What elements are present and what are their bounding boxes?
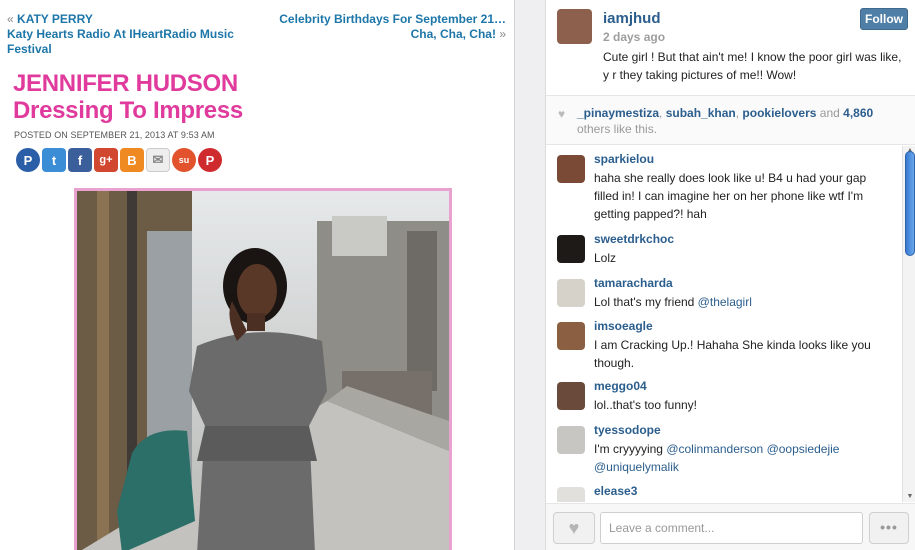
avatar[interactable] [557,322,585,350]
pinterest-icon[interactable]: P [198,148,222,172]
comment-text-part: I'm cryyyying [594,442,667,456]
comment-username[interactable]: imsoeagle [594,319,653,334]
mention-link[interactable]: @uniquelymalik [594,460,679,474]
scroll-down-arrow-icon[interactable]: ▼ [906,493,914,501]
comment-input[interactable]: Leave a comment... [600,512,863,544]
comment-username[interactable]: tamaracharda [594,276,673,291]
follow-button[interactable]: Follow [860,8,908,30]
comment-text: haha she really does look like u! B4 u h… [594,171,867,221]
comment-text: lol..that's too funny! [594,398,698,412]
facebook-icon[interactable]: f [68,148,92,172]
prev-title[interactable]: Katy Hearts Radio At IHeartRadio Music F… [7,27,234,56]
comment-username[interactable]: sweetdrkchoc [594,232,674,247]
liker-link[interactable]: _pinaymestiza [577,106,659,120]
avatar[interactable] [557,426,585,454]
comment-username[interactable]: meggo04 [594,379,647,394]
comment-bar: ♥ Leave a comment... ••• [546,503,915,550]
avatar[interactable] [557,235,585,263]
post-title-line1: JENNIFER HUDSON [13,70,238,97]
comments-list: sparkielou haha she really does look lik… [546,146,904,502]
heart-icon: ♥ [558,107,566,121]
liker-link[interactable]: pookielovers [742,106,816,120]
next-post-link[interactable]: Celebrity Birthdays For September 21… Ch… [271,12,506,42]
previous-post-link[interactable]: « KATY PERRY Katy Hearts Radio At IHeart… [7,12,247,57]
email-icon[interactable]: ✉ [146,148,170,172]
comment-text: Lolz [594,251,617,265]
post-photo[interactable] [74,188,452,550]
heart-icon: ♥ [568,518,580,538]
comment-text-part: Lol that's my friend [594,295,698,309]
mention-link[interactable]: @oopsiedejie [767,442,840,456]
comment-text: Lol that's my friend @thelagirl [594,293,894,311]
avatar[interactable] [557,382,585,410]
blog-post-panel: « KATY PERRY Katy Hearts Radio At IHeart… [0,0,515,550]
comment-username[interactable]: tyessodope [594,423,661,438]
likes-text: _pinaymestiza, subah_khan, pookielovers … [577,106,874,136]
comment-username[interactable]: sparkielou [594,152,654,167]
prev-category[interactable]: KATY PERRY [17,12,93,26]
avatar[interactable] [557,487,585,502]
comments-scrollbar[interactable]: ▲ ▼ [902,146,915,502]
avatar[interactable] [557,279,585,307]
share-bar: P t f g+ B ✉ su P [16,148,222,172]
avatar[interactable] [557,155,585,183]
avatar[interactable] [557,9,592,44]
google-plus-icon[interactable]: g+ [94,148,118,172]
street-photo-image [77,191,449,550]
next-quote: » [499,27,506,41]
like-button[interactable]: ♥ [553,512,595,544]
liker-link[interactable]: subah_khan [666,106,736,120]
username[interactable]: iamjhud [603,10,661,28]
blogger-icon[interactable]: B [120,148,144,172]
stumbleupon-icon[interactable]: su [172,148,196,172]
likes-suffix: others like this. [577,122,658,136]
post-caption: Cute girl ! But that ain't me! I know th… [603,50,902,82]
likes-and: and [819,106,840,120]
time-ago: 2 days ago [603,30,666,44]
post-title: JENNIFER HUDSON Dressing To Impress [13,70,313,124]
post-title-line2: Dressing To Impress [13,97,243,124]
more-options-button[interactable]: ••• [869,512,909,544]
mention-link[interactable]: @colinmanderson [666,442,763,456]
prev-quote: « [7,12,14,26]
next-title[interactable]: Celebrity Birthdays For September 21… Ch… [279,12,506,41]
comment-text: I am Cracking Up.! Hahaha She kinda look… [594,338,871,370]
pinterest-icon[interactable]: P [16,148,40,172]
comment-text: I'm cryyyying @colinmanderson @oopsiedej… [594,440,894,476]
mention-link[interactable]: @thelagirl [698,295,752,309]
twitter-icon[interactable]: t [42,148,66,172]
comment-username[interactable]: elease3 [594,484,637,499]
likes-bar: ♥ _pinaymestiza, subah_khan, pookielover… [546,95,915,145]
likes-count[interactable]: 4,860 [843,106,873,120]
post-date: POSTED ON SEPTEMBER 21, 2013 AT 9:53 AM [14,130,215,140]
instagram-panel: iamjhud 2 days ago Cute girl ! But that … [545,0,915,550]
scrollbar-thumb[interactable] [905,151,915,256]
